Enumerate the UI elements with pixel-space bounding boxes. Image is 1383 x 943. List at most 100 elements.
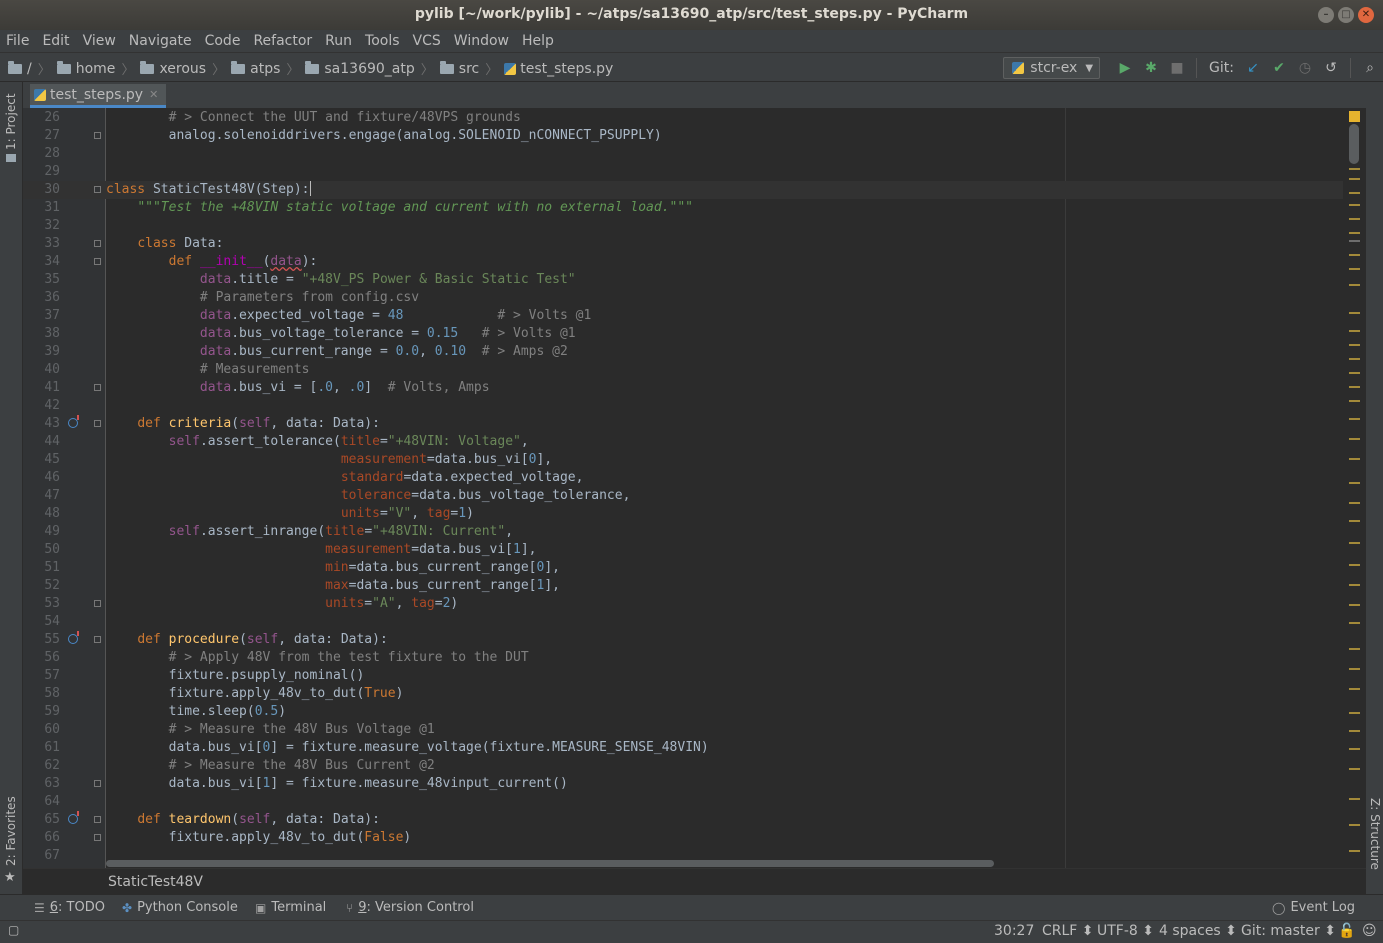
fold-marker-icon[interactable] <box>94 600 101 607</box>
run-configuration-select[interactable]: stcr-ex ▼ <box>1003 57 1101 79</box>
code-line[interactable]: 38 data.bus_voltage_tolerance = 0.15 # >… <box>23 325 1343 343</box>
code-line[interactable]: 50 measurement=data.bus_vi[1], <box>23 541 1343 559</box>
menu-window[interactable]: Window <box>454 30 515 52</box>
breadcrumb-atps[interactable]: atps <box>231 60 280 77</box>
code-line[interactable]: 31 """Test the +48VIN static voltage and… <box>23 199 1343 217</box>
todo-tool-button[interactable]: ☰ 6: TODO <box>34 900 105 915</box>
minimize-button[interactable]: – <box>1318 7 1334 23</box>
code-line[interactable]: 39 data.bus_current_range = 0.0, 0.10 # … <box>23 343 1343 361</box>
breadcrumb-xerous[interactable]: xerous <box>140 60 206 77</box>
fold-marker-icon[interactable] <box>94 132 101 139</box>
tool-window-toggle-icon[interactable]: ▢ <box>8 923 19 937</box>
fold-marker-icon[interactable] <box>94 258 101 265</box>
inspection-status-icon[interactable] <box>1349 111 1360 122</box>
menu-navigate[interactable]: Navigate <box>129 30 198 52</box>
close-tab-icon[interactable]: ✕ <box>149 88 158 101</box>
stop-icon[interactable]: ■ <box>1164 60 1190 76</box>
menu-edit[interactable]: Edit <box>42 30 75 52</box>
code-line[interactable]: 62 # > Measure the 48V Bus Current @2 <box>23 757 1343 775</box>
code-line[interactable]: 27 analog.solenoiddrivers.engage(analog.… <box>23 127 1343 145</box>
code-line[interactable]: 64 <box>23 793 1343 811</box>
code-line[interactable]: 54 <box>23 613 1343 631</box>
code-line[interactable]: 46 standard=data.expected_voltage, <box>23 469 1343 487</box>
fold-marker-icon[interactable] <box>94 186 101 193</box>
breadcrumb-file[interactable]: test_steps.py <box>504 61 613 77</box>
code-line[interactable]: 57 fixture.psupply_nominal() <box>23 667 1343 685</box>
git-history-icon[interactable]: ◷ <box>1292 60 1318 76</box>
code-line[interactable]: 29 <box>23 163 1343 181</box>
code-line[interactable]: 63 data.bus_vi[1] = fixture.measure_48vi… <box>23 775 1343 793</box>
git-revert-icon[interactable]: ↺ <box>1318 60 1344 76</box>
git-branch-widget[interactable]: Git: master ⬍ <box>1241 923 1336 939</box>
code-line[interactable]: 49 self.assert_inrange(title="+48VIN: Cu… <box>23 523 1343 541</box>
terminal-tool-button[interactable]: ▣ Terminal <box>255 900 326 915</box>
menu-vcs[interactable]: VCS <box>413 30 447 52</box>
code-line[interactable]: 43 def criteria(self, data: Data): <box>23 415 1343 433</box>
editor-breadcrumb-class[interactable]: StaticTest48V <box>108 874 203 890</box>
fold-marker-icon[interactable] <box>94 636 101 643</box>
version-control-tool-button[interactable]: ⑂ 9: Version Control <box>346 900 474 915</box>
git-commit-icon[interactable]: ✔ <box>1266 60 1292 76</box>
code-line[interactable]: 48 units="V", tag=1) <box>23 505 1343 523</box>
code-editor[interactable]: 26 # > Connect the UUT and fixture/48VPS… <box>23 108 1343 868</box>
fold-marker-icon[interactable] <box>94 780 101 787</box>
maximize-button[interactable]: □ <box>1338 7 1354 23</box>
vertical-scrollbar[interactable] <box>1349 124 1359 164</box>
fold-marker-icon[interactable] <box>94 240 101 247</box>
menu-run[interactable]: Run <box>325 30 358 52</box>
code-line[interactable]: 45 measurement=data.bus_vi[0], <box>23 451 1343 469</box>
override-method-icon[interactable] <box>68 631 79 644</box>
horizontal-scrollbar[interactable] <box>106 860 994 867</box>
code-line[interactable]: 59 time.sleep(0.5) <box>23 703 1343 721</box>
inspector-icon[interactable]: ☺ <box>1362 923 1377 939</box>
code-line[interactable]: 51 min=data.bus_current_range[0], <box>23 559 1343 577</box>
run-icon[interactable]: ▶ <box>1112 60 1138 76</box>
indent-widget[interactable]: 4 spaces ⬍ <box>1159 923 1237 939</box>
code-line[interactable]: 26 # > Connect the UUT and fixture/48VPS… <box>23 109 1343 127</box>
caret-position[interactable]: 30:27 <box>994 923 1034 939</box>
code-line[interactable]: 32 <box>23 217 1343 235</box>
code-line[interactable]: 37 data.expected_voltage = 48 # > Volts … <box>23 307 1343 325</box>
menu-refactor[interactable]: Refactor <box>253 30 318 52</box>
lock-icon[interactable]: 🔓 <box>1338 923 1355 939</box>
python-console-tool-button[interactable]: ✤ Python Console <box>122 900 238 915</box>
fold-marker-icon[interactable] <box>94 834 101 841</box>
fold-marker-icon[interactable] <box>94 420 101 427</box>
code-line[interactable]: 56 # > Apply 48V from the test fixture t… <box>23 649 1343 667</box>
override-method-icon[interactable] <box>68 811 79 824</box>
encoding-widget[interactable]: UTF-8 ⬍ <box>1097 923 1154 939</box>
menu-file[interactable]: File <box>6 30 35 52</box>
code-line[interactable]: 52 max=data.bus_current_range[1], <box>23 577 1343 595</box>
structure-tool-button[interactable]: Z: Structure <box>1368 798 1382 870</box>
code-line[interactable]: 30 class StaticTest48V(Step): <box>23 181 1343 199</box>
project-tool-button[interactable]: 1: Project <box>4 93 18 150</box>
breadcrumb-home[interactable]: home <box>56 60 115 77</box>
menu-code[interactable]: Code <box>205 30 247 52</box>
breadcrumb-root[interactable]: / <box>8 60 32 77</box>
tab-test-steps[interactable]: test_steps.py ✕ <box>30 84 167 108</box>
line-separator-widget[interactable]: CRLF ⬍ <box>1042 923 1094 939</box>
git-update-icon[interactable]: ↙ <box>1240 60 1266 76</box>
close-button[interactable]: ✕ <box>1358 7 1374 23</box>
breadcrumb-src[interactable]: src <box>439 60 479 77</box>
breadcrumb-sa13690-atp[interactable]: sa13690_atp <box>305 60 415 77</box>
code-line[interactable]: 58 fixture.apply_48v_to_dut(True) <box>23 685 1343 703</box>
event-log-tool-button[interactable]: ◯ Event Log <box>1272 900 1355 915</box>
code-line[interactable]: 66 fixture.apply_48v_to_dut(False) <box>23 829 1343 847</box>
code-line[interactable]: 36 # Parameters from config.csv <box>23 289 1343 307</box>
search-icon[interactable]: ⌕ <box>1357 60 1383 76</box>
favorites-tool-button[interactable]: 2: Favorites <box>4 796 18 866</box>
menu-view[interactable]: View <box>83 30 122 52</box>
code-line[interactable]: 34 def __init__(data): <box>23 253 1343 271</box>
code-line[interactable]: 44 self.assert_tolerance(title="+48VIN: … <box>23 433 1343 451</box>
code-line[interactable]: 60 # > Measure the 48V Bus Voltage @1 <box>23 721 1343 739</box>
fold-marker-icon[interactable] <box>94 384 101 391</box>
override-method-icon[interactable] <box>68 415 79 428</box>
menu-tools[interactable]: Tools <box>365 30 406 52</box>
code-line[interactable]: 33 class Data: <box>23 235 1343 253</box>
code-line[interactable]: 40 # Measurements <box>23 361 1343 379</box>
menu-help[interactable]: Help <box>522 30 560 52</box>
code-line[interactable]: 41 data.bus_vi = [.0, .0] # Volts, Amps <box>23 379 1343 397</box>
code-line[interactable]: 28 <box>23 145 1343 163</box>
code-line[interactable]: 65 def teardown(self, data: Data): <box>23 811 1343 829</box>
